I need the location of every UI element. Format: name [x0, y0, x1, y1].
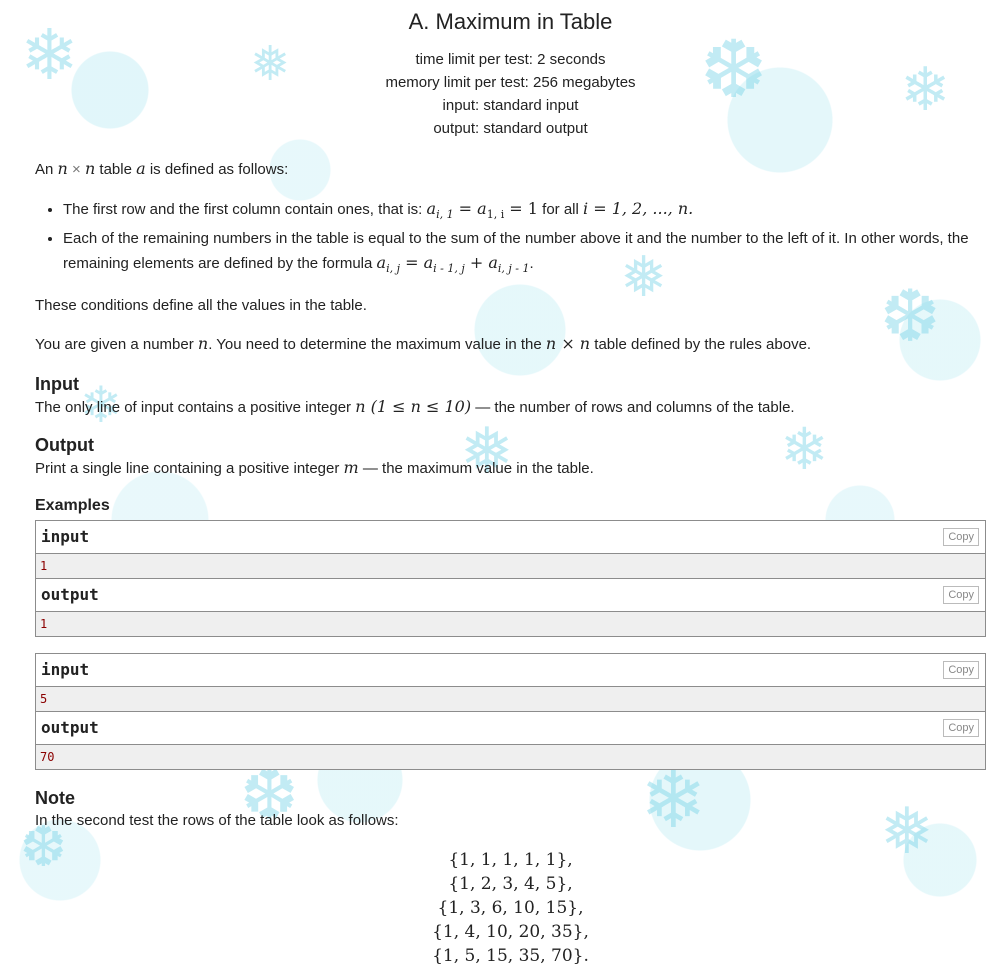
copy-button[interactable]: Copy: [943, 661, 979, 679]
example-input-header: input Copy: [36, 521, 985, 554]
problem-statement: A. Maximum in Table time limit per test:…: [35, 0, 986, 968]
example-output-header: output Copy: [36, 579, 985, 612]
example-input-value[interactable]: 1: [36, 554, 985, 579]
example-input-label: input: [41, 660, 90, 679]
output-file: output: standard output: [433, 120, 588, 137]
example-input-label: input: [41, 527, 90, 546]
input-section-text: The only line of input contains a positi…: [35, 397, 795, 416]
example-test-1: input Copy 1 output Copy 1: [35, 520, 986, 637]
intro-paragraph: An n × n table a is defined as follows:: [35, 159, 289, 178]
output-section-title: Output: [35, 435, 94, 455]
conditions-paragraph: These conditions define all the values i…: [35, 297, 367, 314]
note-table-rows: {1, 1, 1, 1, 1}, {1, 2, 3, 4, 5}, {1, 3,…: [35, 848, 986, 968]
note-row: {1, 4, 10, 20, 35},: [432, 922, 589, 942]
problem-title: A. Maximum in Table: [408, 9, 613, 34]
note-text: In the second test the rows of the table…: [35, 812, 399, 829]
example-output-label: output: [41, 718, 99, 737]
example-output-header: output Copy: [36, 712, 985, 745]
examples-title: Examples: [35, 497, 110, 514]
task-paragraph: You are given a number n. You need to de…: [35, 334, 812, 353]
memory-limit: memory limit per test: 256 megabytes: [385, 74, 636, 91]
note-row: {1, 3, 6, 10, 15},: [437, 898, 584, 918]
example-output-label: output: [41, 585, 99, 604]
list-item: Each of the remaining numbers in the tab…: [63, 227, 986, 281]
input-file: input: standard input: [442, 97, 579, 114]
copy-button[interactable]: Copy: [943, 719, 979, 737]
rules-list: The first row and the first column conta…: [35, 197, 986, 281]
example-output-value[interactable]: 70: [36, 745, 985, 769]
example-input-header: input Copy: [36, 654, 985, 687]
output-section-text: Print a single line containing a positiv…: [35, 458, 594, 477]
example-output-value[interactable]: 1: [36, 612, 985, 636]
example-test-2: input Copy 5 output Copy 70: [35, 653, 986, 770]
input-section-title: Input: [35, 374, 79, 394]
example-input-value[interactable]: 5: [36, 687, 985, 712]
note-row: {1, 5, 15, 35, 70}.: [432, 946, 589, 966]
note-row: {1, 1, 1, 1, 1},: [448, 850, 573, 870]
list-item: The first row and the first column conta…: [63, 197, 986, 227]
time-limit: time limit per test: 2 seconds: [415, 51, 606, 68]
copy-button[interactable]: Copy: [943, 586, 979, 604]
problem-header: A. Maximum in Table time limit per test:…: [35, 8, 986, 140]
note-title: Note: [35, 788, 75, 808]
copy-button[interactable]: Copy: [943, 528, 979, 546]
note-row: {1, 2, 3, 4, 5},: [448, 874, 573, 894]
